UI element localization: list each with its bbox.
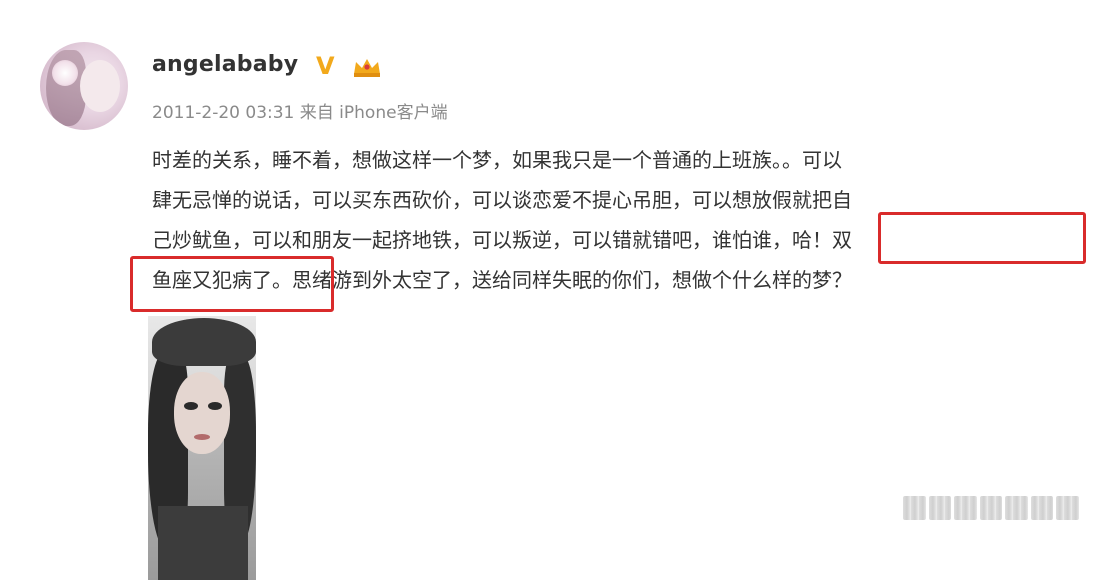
verified-badge-icon: V bbox=[316, 52, 335, 80]
photo-face bbox=[174, 372, 230, 454]
post-text-line: 鱼座又犯病了。思绪游到外太空了，送给同样失眠的你们，想做个什么样的梦？ bbox=[152, 268, 852, 292]
post-meta: 2011-2-20 03:31 来自 iPhone客户端 bbox=[152, 98, 448, 123]
username[interactable]: angelababy bbox=[152, 52, 298, 77]
post-source[interactable]: 来自 iPhone客户端 bbox=[300, 103, 448, 123]
photo-hat bbox=[152, 318, 256, 366]
blurred-watermark bbox=[903, 496, 1080, 520]
photo-eye-right bbox=[208, 402, 222, 410]
photo-eye-left bbox=[184, 402, 198, 410]
post-timestamp[interactable]: 2011-2-20 03:31 bbox=[152, 103, 294, 123]
avatar-flower bbox=[52, 60, 78, 86]
crown-icon bbox=[354, 59, 380, 77]
photo-shirt bbox=[158, 506, 248, 580]
avatar-face bbox=[80, 60, 120, 112]
portrait-photo[interactable] bbox=[148, 316, 256, 580]
post-text-line: 时差的关系，睡不着，想做这样一个梦，如果我只是一个普通的上班族。。可以 bbox=[152, 148, 842, 172]
post-text-line: 己炒鱿鱼，可以和朋友一起挤地铁，可以叛逆，可以错就错吧，谁怕谁，哈！双 bbox=[152, 228, 852, 252]
weibo-post: angelababy V 2011-2-20 03:31 来自 iPhone客户… bbox=[0, 0, 1108, 580]
avatar[interactable] bbox=[40, 42, 128, 130]
post-text-line: 肆无忌惮的说话，可以买东西砍价，可以谈恋爱不提心吊胆，可以想放假就把自 bbox=[152, 188, 852, 212]
photo-lips bbox=[194, 434, 210, 440]
post-text: 时差的关系，睡不着，想做这样一个梦，如果我只是一个普通的上班族。。可以 肆无忌惮… bbox=[152, 140, 1092, 300]
